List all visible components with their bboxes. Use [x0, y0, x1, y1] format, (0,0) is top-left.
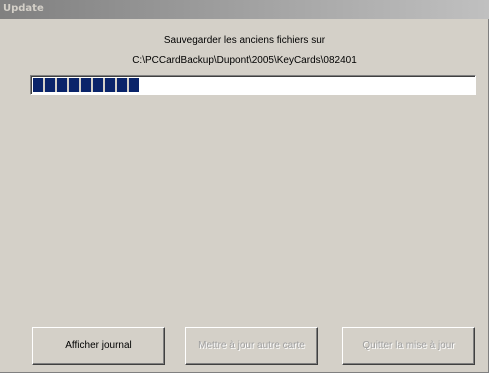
update-dialog: Update Sauvegarder les anciens fichiers … [0, 0, 489, 373]
quit-update-label: Quitter la mise à jour [362, 340, 455, 351]
update-other-card-label: Mettre à jour autre carte [198, 340, 305, 351]
progress-fill [33, 78, 139, 92]
show-log-label: Afficher journal [65, 340, 132, 351]
status-message: Sauvegarder les anciens fichiers sur [163, 35, 326, 46]
title-bar[interactable]: Update [0, 0, 489, 19]
progress-track [33, 78, 473, 92]
quit-update-button[interactable]: Quitter la mise à jour [342, 327, 475, 365]
progress-bar [30, 75, 476, 95]
show-log-button[interactable]: Afficher journal [32, 327, 165, 365]
update-other-card-button[interactable]: Mettre à jour autre carte [185, 327, 318, 365]
window-title: Update [3, 3, 44, 14]
backup-path: C:\PCCardBackup\Dupont\2005\KeyCards\082… [132, 55, 357, 66]
